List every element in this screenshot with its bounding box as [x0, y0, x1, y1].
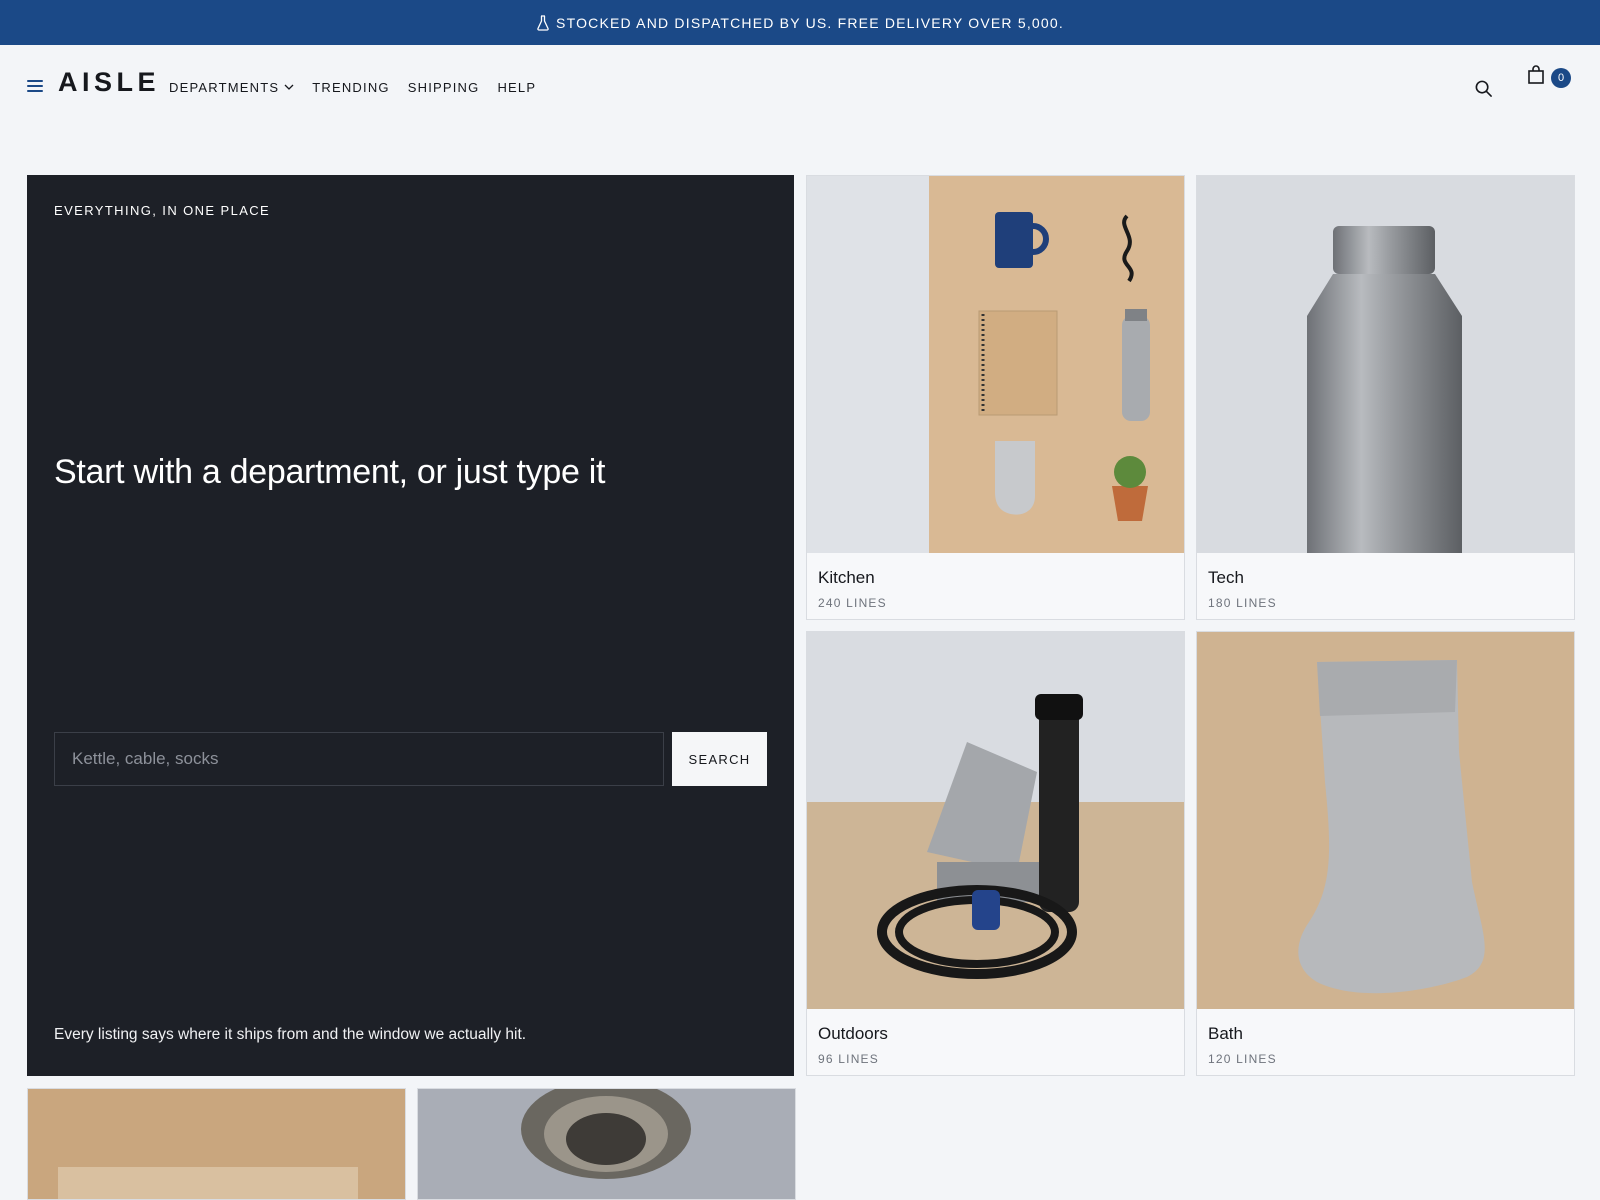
department-card-bath[interactable]: Bath 120 LINES — [1196, 631, 1575, 1076]
department-line-count: 180 LINES — [1208, 596, 1277, 610]
site-header: AISLE DEPARTMENTS TRENDING SHIPPING HELP… — [0, 45, 1600, 129]
cart-button[interactable]: 0 — [1527, 65, 1572, 95]
nav-item-label: SHIPPING — [407, 80, 480, 95]
department-image — [807, 176, 1184, 553]
department-image — [1197, 176, 1574, 553]
search-icon[interactable] — [1474, 79, 1493, 98]
nav-item-label: HELP — [497, 80, 537, 95]
department-name: Tech — [1208, 568, 1244, 587]
department-line-count: 120 LINES — [1208, 1052, 1277, 1066]
site-logo[interactable]: AISLE — [58, 67, 160, 98]
nav-item-trending[interactable]: TRENDING — [312, 80, 390, 95]
nav-item-label: DEPARTMENTS — [169, 80, 280, 95]
department-name: Bath — [1208, 1024, 1243, 1043]
hero-footnote: Every listing says where it ships from a… — [54, 1026, 527, 1043]
department-card-tech[interactable]: Tech 180 LINES — [1196, 175, 1575, 620]
announcement-text: STOCKED AND DISPATCHED BY US. FREE DELIV… — [556, 14, 1064, 31]
department-line-count: 96 LINES — [818, 1052, 879, 1066]
hero-panel: EVERYTHING, IN ONE PLACE Start with a de… — [27, 175, 794, 1076]
bottle-cap-image — [418, 1089, 795, 1199]
announcement-bar: STOCKED AND DISPATCHED BY US. FREE DELIV… — [0, 0, 1600, 45]
cart-count-badge: 0 — [1551, 68, 1571, 88]
product-tile-bottle-cap[interactable] — [417, 1088, 796, 1200]
hero-eyebrow: EVERYTHING, IN ONE PLACE — [54, 203, 271, 218]
department-card-kitchen[interactable]: Kitchen 240 LINES — [806, 175, 1185, 620]
cardboard-box-image — [28, 1089, 405, 1199]
department-image — [807, 632, 1184, 1009]
department-card-outdoors[interactable]: Outdoors 96 LINES — [806, 631, 1185, 1076]
hero-title: Start with a department, or just type it — [54, 453, 606, 491]
main-nav: DEPARTMENTS TRENDING SHIPPING HELP — [169, 80, 554, 95]
nav-item-departments[interactable]: DEPARTMENTS — [169, 80, 294, 95]
department-name: Outdoors — [818, 1024, 888, 1043]
nav-item-shipping[interactable]: SHIPPING — [408, 80, 480, 95]
hero-search-form: SEARCH — [54, 732, 767, 786]
department-image — [1197, 632, 1574, 1009]
search-input[interactable] — [54, 732, 664, 786]
product-tile-box[interactable] — [27, 1088, 406, 1200]
chevron-down-icon — [284, 84, 294, 90]
nav-item-label: TRENDING — [312, 80, 390, 95]
department-line-count: 240 LINES — [818, 596, 887, 610]
hamburger-menu-icon[interactable] — [27, 80, 43, 94]
shopping-bag-icon — [1528, 65, 1544, 84]
nav-item-help[interactable]: HELP — [497, 80, 536, 95]
search-button[interactable]: SEARCH — [672, 732, 767, 786]
flask-icon — [537, 14, 549, 31]
department-name: Kitchen — [818, 568, 875, 587]
